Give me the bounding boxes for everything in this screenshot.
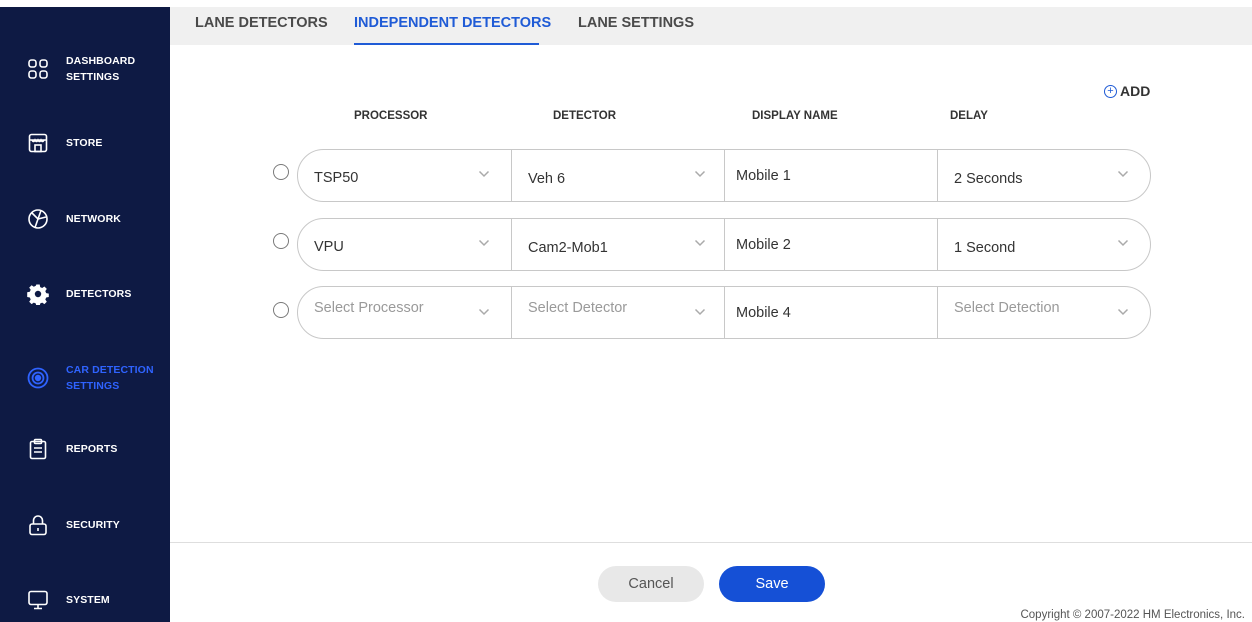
- processor-value: VPU: [314, 239, 344, 255]
- sidebar-item-label: CAR DETECTION SETTINGS: [66, 362, 154, 394]
- cancel-button[interactable]: Cancel: [598, 566, 704, 602]
- chevron-down-icon: [1117, 308, 1129, 316]
- sidebar-item-network[interactable]: NETWORK: [0, 194, 170, 244]
- detector-value: Cam2-Mob1: [528, 240, 608, 256]
- sidebar-item-detectors[interactable]: DETECTORS: [0, 269, 170, 319]
- display-name-input[interactable]: Mobile 1: [724, 150, 937, 201]
- sidebar-item-label: DASHBOARD SETTINGS: [66, 53, 135, 85]
- delay-select[interactable]: 2 Seconds: [937, 150, 1150, 201]
- row-select-radio[interactable]: [273, 233, 289, 249]
- column-header-detector: DETECTOR: [553, 110, 617, 122]
- monitor-icon: [26, 588, 50, 612]
- row-select-radio[interactable]: [273, 302, 289, 318]
- dashboard-grid-icon: [26, 57, 50, 81]
- add-label: ADD: [1120, 83, 1151, 99]
- chevron-down-icon: [694, 308, 706, 316]
- sidebar-label-line: CAR DETECTION: [66, 364, 154, 376]
- store-icon: [26, 131, 50, 155]
- detector-select[interactable]: Veh 6: [511, 150, 724, 201]
- chevron-down-icon: [1117, 239, 1129, 247]
- column-header-display-name: DISPLAY NAME: [752, 110, 838, 122]
- sidebar-item-dashboard-settings[interactable]: DASHBOARD SETTINGS: [0, 44, 170, 94]
- tab-lane-settings[interactable]: LANE SETTINGS: [578, 15, 694, 31]
- processor-placeholder: Select Processor: [314, 300, 424, 316]
- column-header-processor: PROCESSOR: [354, 110, 428, 122]
- detector-value: Veh 6: [528, 171, 566, 187]
- display-name-input[interactable]: Mobile 4: [724, 287, 937, 338]
- chevron-down-icon: [478, 308, 490, 316]
- sidebar-label-line: SETTINGS: [66, 380, 120, 392]
- display-name-input[interactable]: Mobile 2: [724, 219, 937, 270]
- chevron-down-icon: [478, 239, 490, 247]
- sidebar-label-line: SETTINGS: [66, 71, 120, 83]
- detector-row: VPU Cam2-Mob1 Mobile 2 1 Second: [297, 218, 1151, 271]
- detector-select[interactable]: Select Detector: [511, 287, 724, 338]
- chevron-down-icon: [478, 170, 490, 178]
- tab-independent-detectors[interactable]: INDEPENDENT DETECTORS: [354, 15, 551, 31]
- display-name-value: Mobile 4: [736, 305, 791, 321]
- processor-select[interactable]: Select Processor: [298, 287, 511, 338]
- save-button[interactable]: Save: [719, 566, 825, 602]
- sidebar-item-label: SECURITY: [66, 519, 120, 531]
- sidebar: DASHBOARD SETTINGS STORE NETWORK DETECTO…: [0, 7, 170, 622]
- delay-placeholder: Select Detection: [954, 300, 1060, 316]
- car-detection-icon: [26, 366, 50, 390]
- chevron-down-icon: [694, 170, 706, 178]
- chevron-down-icon: [694, 239, 706, 247]
- tab-bar: [170, 7, 1252, 45]
- detector-row: Select Processor Select Detector Mobile …: [297, 286, 1151, 339]
- processor-select[interactable]: TSP50: [298, 150, 511, 201]
- network-icon: [26, 207, 50, 231]
- copyright-text: Copyright © 2007-2022 HM Electronics, In…: [1020, 609, 1245, 621]
- sidebar-item-security[interactable]: SECURITY: [0, 500, 170, 550]
- sidebar-item-label: STORE: [66, 137, 103, 149]
- detector-row: TSP50 Veh 6 Mobile 1 2 Seconds: [297, 149, 1151, 202]
- sidebar-item-reports[interactable]: REPORTS: [0, 424, 170, 474]
- detector-placeholder: Select Detector: [528, 300, 628, 316]
- detector-select[interactable]: Cam2-Mob1: [511, 219, 724, 270]
- column-header-delay: DELAY: [950, 110, 988, 122]
- plus-circle-icon: +: [1104, 84, 1117, 98]
- delay-select[interactable]: 1 Second: [937, 219, 1150, 270]
- gear-icon: [26, 282, 50, 306]
- sidebar-item-label: REPORTS: [66, 443, 118, 455]
- processor-select[interactable]: VPU: [298, 219, 511, 270]
- active-tab-indicator: [354, 43, 539, 45]
- clipboard-icon: [26, 437, 50, 461]
- row-select-radio[interactable]: [273, 164, 289, 180]
- lock-icon: [26, 513, 50, 537]
- sidebar-item-label: NETWORK: [66, 213, 121, 225]
- footer-divider: [170, 542, 1252, 543]
- sidebar-item-system[interactable]: SYSTEM: [0, 575, 170, 622]
- delay-value: 1 Second: [954, 240, 1016, 256]
- tab-lane-detectors[interactable]: LANE DETECTORS: [195, 15, 328, 31]
- delay-select[interactable]: Select Detection: [937, 287, 1150, 338]
- sidebar-item-store[interactable]: STORE: [0, 118, 170, 168]
- sidebar-item-label: DETECTORS: [66, 288, 132, 300]
- add-button[interactable]: + ADD: [1104, 83, 1150, 99]
- display-name-value: Mobile 2: [736, 237, 791, 253]
- chevron-down-icon: [1117, 170, 1129, 178]
- sidebar-item-car-detection-settings[interactable]: CAR DETECTION SETTINGS: [0, 353, 170, 403]
- sidebar-label-line: DASHBOARD: [66, 55, 136, 67]
- processor-value: TSP50: [314, 170, 359, 186]
- sidebar-item-label: SYSTEM: [66, 594, 110, 606]
- display-name-value: Mobile 1: [736, 168, 791, 184]
- delay-value: 2 Seconds: [954, 171, 1023, 187]
